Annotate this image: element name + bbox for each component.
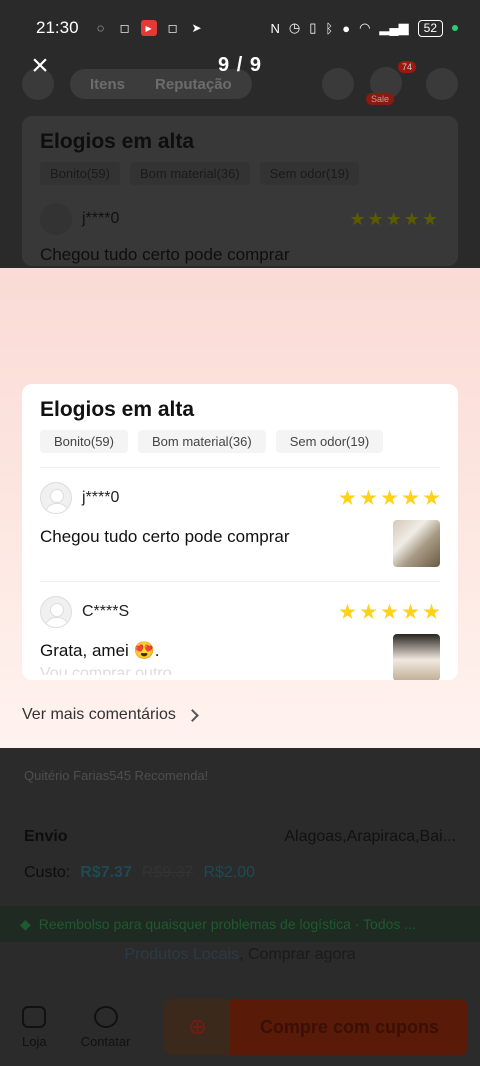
see-more-label: Ver mais comentários — [22, 706, 176, 723]
bg-stars: ★★★★★ — [349, 208, 440, 229]
review-text: Grata, amei 😍. — [40, 641, 160, 660]
bg-price-old: R$9.37 — [141, 864, 194, 881]
star-icon — [360, 489, 377, 505]
youtube-icon: ▶ — [140, 20, 157, 36]
chevron-right-icon — [185, 708, 199, 722]
battery-icon: 52 — [417, 19, 443, 37]
privacy-dot — [452, 25, 458, 31]
bg-recommend: Quitério Farias545 Recomenda! — [24, 768, 209, 783]
bg-avatar — [40, 203, 72, 235]
bg-local-row: Produtos Locais, Comprar agora — [0, 946, 480, 964]
star-icon — [339, 603, 356, 619]
review-photo — [393, 520, 440, 567]
location-icon: ● — [342, 20, 351, 36]
image-viewer-header: × 9 / 9 — [0, 40, 480, 92]
star-icon — [381, 603, 398, 619]
bg-envio-label: Envio — [24, 828, 68, 845]
nfc-icon: N — [270, 20, 280, 36]
signal-icon: ▂▄▆ — [379, 20, 409, 35]
telegram-icon: ➤ — [191, 21, 202, 35]
tag-bonito: Bonito(59) — [40, 430, 128, 453]
instagram-icon: ◻ — [167, 21, 178, 35]
status-time: 21:30 — [36, 18, 79, 37]
bg-envio-location: Alagoas,Arapiraca,Bai... — [284, 828, 456, 845]
tag-list: Bonito(59) Bom material(36) Sem odor(19) — [40, 430, 440, 453]
chat-icon — [93, 1005, 118, 1028]
star-icon — [381, 489, 398, 505]
reviewer-name: j****0 — [82, 489, 120, 506]
star-icon — [423, 603, 440, 619]
bg-nav-loja-label: Loja — [22, 1033, 47, 1049]
store-icon — [22, 1005, 47, 1028]
bg-price-current: R$7.37 — [80, 864, 132, 881]
star-icon — [360, 603, 377, 619]
see-more-comments: Ver mais comentários — [22, 706, 199, 724]
bg-nav-loja: Loja — [22, 1005, 47, 1049]
bg-buy-button: Compre com cupons — [230, 999, 469, 1055]
star-rating — [339, 603, 440, 621]
notification-icon: ◌ — [96, 21, 105, 35]
bg-envio-row: Envio Alagoas,Arapiraca,Bai... — [24, 828, 456, 846]
reviewer-name: C****S — [82, 603, 130, 620]
bg-bottom-bar: Loja Contatar ⊕ Compre com cupons — [0, 988, 480, 1066]
star-icon — [402, 489, 419, 505]
vibrate-icon: ▯ — [309, 20, 317, 35]
bg-custo-row: Custo: R$7.37 R$9.37 R$2.00 — [24, 864, 255, 882]
alarm-icon: ◷ — [288, 20, 301, 35]
review-item: j****0 Chegou tudo certo pode comprar — [40, 468, 440, 567]
bg-cart-sale: Sale — [366, 93, 395, 105]
review-text: Chegou tudo certo pode comprar — [40, 527, 290, 546]
bg-comment: Chegou tudo certo pode comprar — [40, 245, 290, 264]
bg-reviews-card: Elogios em alta Bonito(59) Bom material(… — [22, 116, 458, 266]
bg-tag: Bonito(59) — [40, 162, 120, 185]
bg-custo-label: Custo: — [24, 864, 71, 881]
star-icon — [423, 489, 440, 505]
bg-produtos-locais: Produtos Locais — [124, 946, 240, 963]
card-title: Elogios em alta — [40, 398, 195, 421]
review-text-faded: Vou comprar outro — [40, 664, 172, 675]
bg-comprar-agora: , Comprar agora — [239, 946, 356, 963]
review-item: C****S Grata, amei 😍. Vou comprar outro — [40, 582, 440, 680]
bg-reviewer-name: j****0 — [82, 210, 120, 227]
star-rating — [339, 489, 440, 507]
shield-icon: ◆ — [20, 915, 31, 932]
bg-price-discount: R$2.00 — [203, 864, 256, 881]
star-icon — [339, 489, 356, 505]
instagram-icon: ◻ — [119, 21, 130, 35]
avatar — [40, 482, 72, 514]
wifi-icon: ◠ — [359, 20, 371, 35]
star-icon — [402, 603, 419, 619]
bg-tag: Sem odor(19) — [259, 162, 360, 185]
avatar — [40, 596, 72, 628]
add-to-cart-icon: ⊕ — [164, 999, 231, 1055]
bg-refund-text: Reembolso para quaisquer problemas de lo… — [38, 916, 416, 932]
bg-nav-contatar-label: Contatar — [80, 1033, 131, 1049]
review-photo — [393, 634, 440, 680]
bg-card-title: Elogios em alta — [40, 130, 195, 153]
highlighted-image[interactable]: Elogios em alta Bonito(59) Bom material(… — [0, 268, 480, 748]
bg-nav-contatar: Contatar — [80, 1005, 131, 1049]
bluetooth-icon: ᛒ — [325, 20, 334, 36]
tag-bom-material: Bom material(36) — [137, 430, 266, 453]
bg-buy-group: ⊕ Compre com cupons — [164, 999, 469, 1055]
reviews-card: Elogios em alta Bonito(59) Bom material(… — [22, 384, 458, 680]
tag-sem-odor: Sem odor(19) — [275, 430, 384, 453]
bg-tag: Bom material(36) — [129, 162, 250, 185]
image-counter: 9 / 9 — [218, 54, 262, 76]
bg-refund-banner: ◆ Reembolso para quaisquer problemas de … — [0, 906, 480, 942]
